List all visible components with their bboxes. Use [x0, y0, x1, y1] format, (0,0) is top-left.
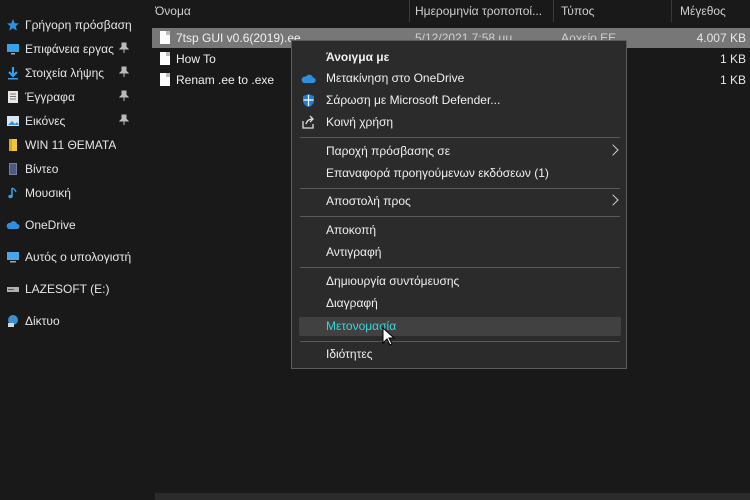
- sidebar-item-label: OneDrive: [25, 218, 76, 232]
- file-size: 1 KB: [719, 73, 746, 87]
- pin-icon[interactable]: [118, 114, 130, 126]
- menu-item-rename[interactable]: Μετονομασία: [299, 317, 621, 336]
- pin-icon[interactable]: [118, 90, 130, 102]
- folder-icon: [6, 138, 20, 152]
- menu-item-send-to[interactable]: Αποστολή προς: [299, 192, 621, 211]
- cloud-icon: [6, 218, 20, 232]
- column-size[interactable]: Μέγεθος: [680, 0, 750, 22]
- share-icon: [301, 115, 316, 130]
- menu-separator: [300, 188, 620, 189]
- file-name: Renam .ee to .exe: [176, 73, 275, 87]
- menu-item-open-with[interactable]: Άνοιγμα με: [299, 48, 621, 67]
- video-icon: [6, 162, 20, 176]
- download-icon: [6, 66, 20, 80]
- menu-item-label: Επαναφορά προηγούμενων εκδόσεων (1): [326, 166, 549, 180]
- menu-separator: [300, 216, 620, 217]
- menu-item-label: Αποστολή προς: [326, 194, 411, 208]
- file-name: 7tsp GUI v0.6(2019).ee: [176, 31, 301, 45]
- column-header: Όνομα Ημερομηνία τροποποί... Τύπος Μέγεθ…: [145, 0, 750, 22]
- desktop-icon: [6, 42, 20, 56]
- horizontal-scrollbar[interactable]: [155, 493, 750, 500]
- menu-item-label: Δημιουργία συντόμευσης: [326, 274, 460, 288]
- sidebar-item-label: Βίντεο: [25, 162, 59, 176]
- menu-item-label: Διαγραφή: [326, 296, 378, 310]
- file-size: 4.007 KB: [696, 31, 746, 45]
- sidebar-item-label: Έγγραφα: [25, 90, 75, 104]
- column-divider[interactable]: [671, 0, 672, 22]
- navigation-pane: Γρήγορη πρόσβαση Επιφάνεια εργας Στοιχεί…: [0, 0, 140, 500]
- menu-item-delete[interactable]: Διαγραφή: [299, 294, 621, 313]
- menu-item-label: Άνοιγμα με: [326, 50, 390, 64]
- menu-separator: [300, 137, 620, 138]
- sidebar-item-label: Αυτός ο υπολογιστή: [25, 250, 132, 264]
- star-icon: [6, 18, 20, 32]
- sidebar-item-label: LAZESOFT (E:): [25, 282, 110, 296]
- sidebar-item-win11-themes[interactable]: WIN 11 ΘΕΜΑΤΑ: [0, 134, 140, 156]
- pictures-icon: [6, 114, 20, 128]
- menu-item-restore-versions[interactable]: Επαναφορά προηγούμενων εκδόσεων (1): [299, 164, 621, 183]
- menu-item-label: Ιδιότητες: [326, 347, 373, 361]
- sidebar-item-lazesoft-drive[interactable]: LAZESOFT (E:): [0, 278, 140, 300]
- pin-icon[interactable]: [118, 42, 130, 54]
- computer-icon: [6, 250, 20, 264]
- mouse-cursor-icon: [382, 326, 396, 347]
- cloud-icon: [301, 71, 316, 86]
- column-name[interactable]: Όνομα: [155, 0, 405, 22]
- menu-item-label: Παροχή πρόσβασης σε: [326, 144, 451, 158]
- sidebar-item-downloads[interactable]: Στοιχεία λήψης: [0, 62, 140, 84]
- sidebar-item-label: Επιφάνεια εργας: [25, 42, 114, 56]
- menu-item-label: Κοινή χρήση: [326, 115, 394, 129]
- file-name: How To: [176, 52, 216, 66]
- pin-icon[interactable]: [118, 66, 130, 78]
- column-divider[interactable]: [553, 0, 554, 22]
- sidebar-item-onedrive[interactable]: OneDrive: [0, 214, 140, 236]
- sidebar-item-label: Εικόνες: [25, 114, 66, 128]
- file-icon: [160, 73, 170, 86]
- chevron-right-icon: [607, 194, 619, 206]
- sidebar-item-quick-access[interactable]: Γρήγορη πρόσβαση: [0, 14, 140, 36]
- sidebar-item-pictures[interactable]: Εικόνες: [0, 110, 140, 132]
- menu-item-move-to-onedrive[interactable]: Μετακίνηση στο OneDrive: [299, 69, 621, 88]
- menu-item-label: Μετακίνηση στο OneDrive: [326, 71, 465, 85]
- menu-item-cut[interactable]: Αποκοπή: [299, 221, 621, 240]
- file-icon: [160, 52, 170, 65]
- menu-item-label: Αποκοπή: [326, 223, 377, 237]
- sidebar-item-videos[interactable]: Βίντεο: [0, 158, 140, 180]
- menu-item-label: Αντιγραφή: [326, 245, 382, 259]
- menu-item-scan-defender[interactable]: Σάρωση με Microsoft Defender...: [299, 91, 621, 110]
- sidebar-item-label: WIN 11 ΘΕΜΑΤΑ: [25, 138, 117, 152]
- column-divider[interactable]: [409, 0, 410, 22]
- sidebar-item-label: Γρήγορη πρόσβαση: [25, 18, 132, 32]
- chevron-right-icon: [607, 144, 619, 156]
- sidebar-item-music[interactable]: Μουσική: [0, 182, 140, 204]
- document-icon: [6, 90, 20, 104]
- menu-item-create-shortcut[interactable]: Δημιουργία συντόμευσης: [299, 272, 621, 291]
- context-menu: Άνοιγμα με Μετακίνηση στο OneDrive Σάρωσ…: [291, 40, 627, 369]
- column-date-modified[interactable]: Ημερομηνία τροποποί...: [415, 0, 553, 22]
- drive-icon: [6, 282, 20, 296]
- sidebar-item-label: Στοιχεία λήψης: [25, 66, 105, 80]
- column-type[interactable]: Τύπος: [561, 0, 671, 22]
- menu-separator: [300, 341, 620, 342]
- menu-item-copy[interactable]: Αντιγραφή: [299, 243, 621, 262]
- network-icon: [6, 314, 20, 328]
- sidebar-item-network[interactable]: Δίκτυο: [0, 310, 140, 332]
- sidebar-item-label: Μουσική: [25, 186, 71, 200]
- shield-icon: [301, 93, 316, 108]
- menu-item-label: Σάρωση με Microsoft Defender...: [326, 93, 501, 107]
- sidebar-item-desktop[interactable]: Επιφάνεια εργας: [0, 38, 140, 60]
- menu-item-give-access[interactable]: Παροχή πρόσβασης σε: [299, 142, 621, 161]
- music-icon: [6, 186, 20, 200]
- file-size: 1 KB: [719, 52, 746, 66]
- sidebar-item-documents[interactable]: Έγγραφα: [0, 86, 140, 108]
- sidebar-item-this-pc[interactable]: Αυτός ο υπολογιστή: [0, 246, 140, 268]
- menu-separator: [300, 267, 620, 268]
- menu-item-share[interactable]: Κοινή χρήση: [299, 113, 621, 132]
- sidebar-item-label: Δίκτυο: [25, 314, 60, 328]
- file-icon: [160, 31, 170, 44]
- menu-item-properties[interactable]: Ιδιότητες: [299, 345, 621, 364]
